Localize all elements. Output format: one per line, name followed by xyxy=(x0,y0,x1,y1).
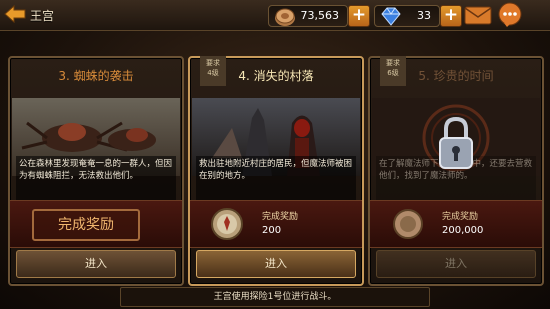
chat-bubble-icon xyxy=(498,2,522,27)
chapter-title: 3. 蜘蛛的袭击 xyxy=(58,69,134,83)
back-button[interactable] xyxy=(4,4,26,24)
chat-button[interactable] xyxy=(497,2,523,28)
gold-coin-icon xyxy=(275,8,295,26)
gem-icon xyxy=(381,7,401,26)
add-gold-button[interactable]: + xyxy=(348,5,370,27)
gem-counter: 33 xyxy=(374,5,440,27)
gold-value: 73,563 xyxy=(300,9,340,22)
enter-button[interactable]: 进入 xyxy=(376,250,536,278)
gem-value: 33 xyxy=(417,9,431,22)
reward-value: 200 xyxy=(262,225,282,236)
top-bar: 王宫 73,563 + 33 + xyxy=(0,0,550,31)
reward-panel: 完成奖励 200,000 xyxy=(370,200,542,248)
enter-button[interactable]: 进入 xyxy=(196,250,356,278)
reward-panel: 完成奖励 xyxy=(10,200,182,248)
page-title: 王宫 xyxy=(30,9,55,23)
status-notice: 王宫使用探险1号位进行战斗。 xyxy=(120,287,430,307)
reward-complete-stamp: 完成奖励 xyxy=(32,209,140,241)
reward-value: 200,000 xyxy=(442,225,484,236)
add-gem-button[interactable]: + xyxy=(440,5,462,27)
chapter-title: 4. 消失的村落 xyxy=(238,69,314,83)
gold-counter: 73,563 xyxy=(268,5,348,27)
enter-button[interactable]: 进入 xyxy=(16,250,176,278)
gold-coin-icon xyxy=(393,209,423,239)
mail-button[interactable] xyxy=(464,5,492,25)
mail-icon xyxy=(464,6,492,25)
reward-label: 完成奖励 xyxy=(442,212,479,222)
chapter-card-5[interactable]: 要求 6级 5. 珍贵的时间 在了解魔法师下落的过程中，还要去营救他们，找到了魔… xyxy=(368,56,544,286)
chapter-description: 公在森林里发现奄奄一息的一群人，但因为有蜘蛛阻拦，无法救出他们。 xyxy=(16,156,176,200)
chapter-card-3[interactable]: 3. 蜘蛛的袭击 公在森林里发现奄奄一息的一群人，但因为有蜘蛛阻拦，无法救出他们… xyxy=(8,56,184,286)
chapter-card-4[interactable]: 要求 4级 4. 消失的村落 救出驻地附近村庄的居民，但魔法师被困在别的地方。 … xyxy=(188,56,364,286)
medal-icon xyxy=(211,208,243,240)
padlock-icon xyxy=(439,116,473,169)
reward-panel: 完成奖励 200 xyxy=(190,200,362,248)
chapter-title: 5. 珍贵的时间 xyxy=(418,69,494,83)
chapter-description: 救出驻地附近村庄的居民，但魔法师被困在别的地方。 xyxy=(196,156,356,200)
back-arrow-icon xyxy=(4,5,26,23)
reward-label: 完成奖励 xyxy=(262,212,299,222)
